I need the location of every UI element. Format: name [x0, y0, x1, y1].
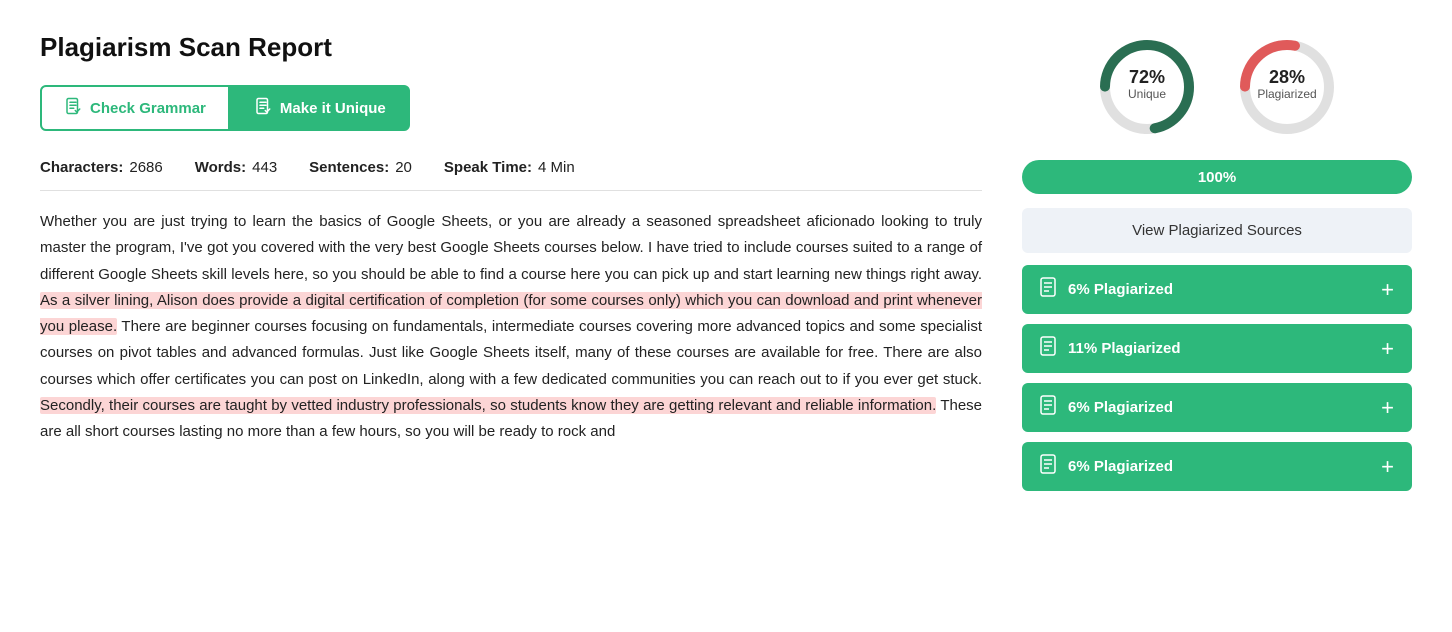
source-label-2: 11% Plagiarized [1068, 340, 1181, 357]
make-unique-button[interactable]: Make it Unique [230, 85, 410, 131]
source-doc-icon-4 [1040, 454, 1058, 479]
svg-text:72%: 72% [1129, 67, 1165, 87]
svg-text:28%: 28% [1269, 67, 1305, 87]
speak-time-label: Speak Time: [444, 159, 532, 176]
plagiarized-donut-svg: 28% Plagiarized [1232, 32, 1342, 142]
progress-bar: 100% [1022, 160, 1412, 194]
expand-source-2[interactable]: + [1381, 338, 1394, 360]
make-unique-label: Make it Unique [280, 100, 386, 117]
charts-row: 72% Unique 28% Plagiarized [1022, 32, 1412, 142]
check-grammar-label: Check Grammar [90, 100, 206, 117]
source-doc-icon-2 [1040, 336, 1058, 361]
unique-donut-svg: 72% Unique [1092, 32, 1202, 142]
source-doc-icon-1 [1040, 277, 1058, 302]
characters-label: Characters: [40, 159, 123, 176]
progress-bar-label: 100% [1198, 169, 1236, 186]
sentences-value: 20 [395, 159, 412, 176]
source-item-2[interactable]: 11% Plagiarized + [1022, 324, 1412, 373]
check-grammar-icon [64, 97, 82, 119]
stat-characters: Characters: 2686 [40, 159, 163, 176]
action-buttons: Check Grammar Make it Unique [40, 85, 982, 131]
page-title: Plagiarism Scan Report [40, 32, 982, 63]
words-label: Words: [195, 159, 246, 176]
source-item-3[interactable]: 6% Plagiarized + [1022, 383, 1412, 432]
check-grammar-button[interactable]: Check Grammar [40, 85, 230, 131]
speak-time-value: 4 Min [538, 159, 575, 176]
expand-source-3[interactable]: + [1381, 397, 1394, 419]
text-normal-1: Whether you are just trying to learn the… [40, 213, 982, 283]
view-plagiarized-sources[interactable]: View Plagiarized Sources [1022, 208, 1412, 253]
expand-source-1[interactable]: + [1381, 279, 1394, 301]
source-label-4: 6% Plagiarized [1068, 458, 1173, 475]
expand-source-4[interactable]: + [1381, 456, 1394, 478]
text-normal-2: There are beginner courses focusing on f… [40, 318, 982, 388]
view-sources-label: View Plagiarized Sources [1132, 222, 1302, 239]
source-item-1[interactable]: 6% Plagiarized + [1022, 265, 1412, 314]
sentences-label: Sentences: [309, 159, 389, 176]
svg-text:Unique: Unique [1128, 87, 1166, 101]
unique-chart: 72% Unique [1092, 32, 1202, 142]
content-text: Whether you are just trying to learn the… [40, 209, 982, 445]
stat-speak-time: Speak Time: 4 Min [444, 159, 575, 176]
stat-sentences: Sentences: 20 [309, 159, 412, 176]
plagiarized-chart: 28% Plagiarized [1232, 32, 1342, 142]
source-label-3: 6% Plagiarized [1068, 399, 1173, 416]
characters-value: 2686 [129, 159, 162, 176]
svg-text:Plagiarized: Plagiarized [1257, 87, 1316, 101]
sources-list: 6% Plagiarized + 11% Plagiarized [1022, 265, 1412, 491]
source-doc-icon-3 [1040, 395, 1058, 420]
words-value: 443 [252, 159, 277, 176]
stat-words: Words: 443 [195, 159, 277, 176]
make-unique-icon [254, 97, 272, 119]
source-item-4[interactable]: 6% Plagiarized + [1022, 442, 1412, 491]
text-highlighted-2: Secondly, their courses are taught by ve… [40, 397, 936, 414]
source-label-1: 6% Plagiarized [1068, 281, 1173, 298]
stats-row: Characters: 2686 Words: 443 Sentences: 2… [40, 159, 982, 191]
